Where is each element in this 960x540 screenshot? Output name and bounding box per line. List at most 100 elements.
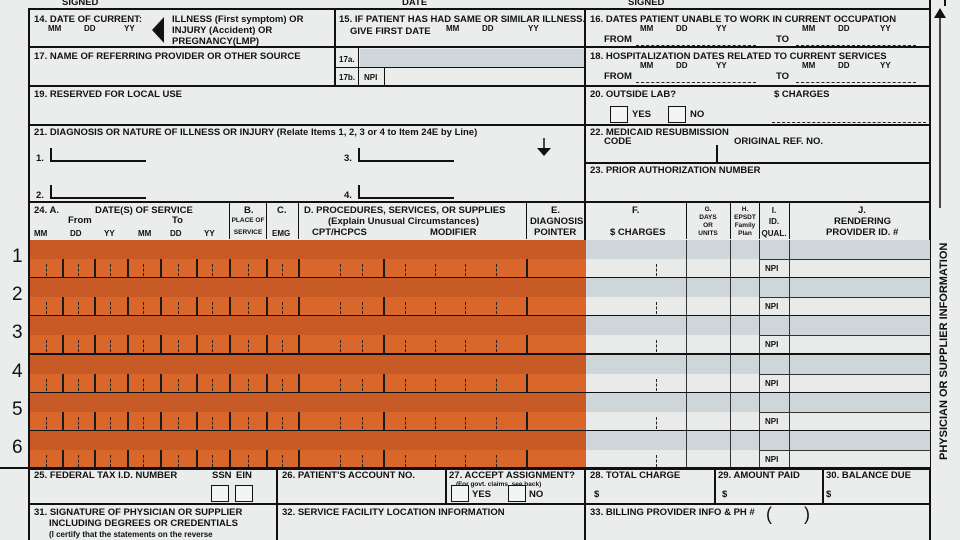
box16-label: 16. DATES PATIENT UNABLE TO WORK IN CURR… [590, 14, 897, 25]
billing-top-shade [586, 431, 930, 450]
box17b-input[interactable] [386, 69, 584, 85]
line-number: 5 [12, 399, 23, 420]
box18-from-input[interactable] [636, 70, 756, 83]
billing-top-shade [586, 240, 930, 259]
box25-input[interactable] [34, 484, 204, 502]
box33-paren-open: ( [766, 504, 772, 524]
box20-charges-input[interactable] [772, 104, 926, 123]
box24-modifier: MODIFIER [430, 227, 477, 238]
field-separator [730, 393, 731, 431]
outside-lab-yes-checkbox[interactable] [610, 106, 628, 123]
divider [266, 203, 267, 239]
divider [298, 203, 299, 239]
billing-bottom-area [586, 412, 930, 431]
divider [0, 467, 930, 469]
divider [586, 162, 930, 164]
box18-to-input[interactable] [796, 70, 916, 83]
box18-dd: DD [676, 61, 688, 70]
divider [384, 68, 385, 86]
box31-line3: (I certify that the statements on the re… [49, 530, 213, 539]
box33-paren-close: ) [804, 504, 810, 524]
box14-mm: MM [48, 24, 62, 33]
diag-2-input[interactable] [50, 185, 146, 199]
ssn-checkbox[interactable] [211, 485, 229, 502]
field-tick [656, 302, 658, 314]
field-tick [656, 264, 658, 276]
service-line-input[interactable] [30, 259, 586, 278]
divider [759, 335, 930, 336]
service-line-input[interactable] [30, 412, 586, 431]
total-charge-input[interactable] [604, 484, 710, 502]
box20-charges: $ CHARGES [774, 89, 830, 100]
ein-checkbox[interactable] [235, 485, 253, 502]
field-separator [686, 316, 687, 354]
box31-line2: INCLUDING DEGREES OR CREDENTIALS [49, 518, 238, 529]
line-number: 6 [12, 437, 23, 458]
box15-sub: GIVE FIRST DATE [350, 26, 431, 37]
service-line-input[interactable] [30, 335, 586, 354]
service-line-input[interactable] [30, 374, 586, 393]
box24-diag: DIAGNOSIS [530, 216, 584, 227]
col-mm2: MM [138, 229, 152, 238]
box27-yes: YES [472, 489, 492, 500]
box23-input[interactable] [590, 178, 926, 198]
box16-mm: MM [640, 24, 654, 33]
box18-mm: MM [640, 61, 654, 70]
field-tick [656, 455, 658, 467]
box17a-input[interactable] [360, 49, 584, 67]
box33-phone-input[interactable] [780, 508, 802, 526]
service-line-input[interactable] [30, 297, 586, 316]
box16-mm2: MM [802, 24, 816, 33]
box17b-label: 17b. [339, 73, 356, 82]
box18-dd2: DD [838, 61, 850, 70]
field-separator [686, 393, 687, 431]
line-npi-label: NPI [765, 264, 779, 273]
billing-top-shade [586, 316, 930, 335]
box18-yy2: YY [880, 61, 891, 70]
field-separator [686, 431, 687, 469]
claim-form-page: SIGNED DATE SIGNED 14. DATE OF CURRENT: … [0, 0, 960, 540]
side-label: PHYSICIAN OR SUPPLIER INFORMATION [938, 242, 950, 460]
divider [822, 467, 824, 504]
box15-label: 15. IF PATIENT HAS HAD SAME OR SIMILAR I… [339, 14, 586, 25]
supplemental-stripe [30, 240, 586, 259]
box21-label: 21. DIAGNOSIS OR NATURE OF ILLNESS OR IN… [34, 127, 478, 138]
divider [30, 503, 930, 505]
divider [336, 67, 584, 68]
box19-input[interactable] [34, 102, 580, 122]
box16-yy2: YY [880, 24, 891, 33]
divider [759, 412, 930, 413]
box24-f: F. [632, 205, 640, 216]
box20-no: NO [690, 109, 705, 120]
divider [759, 297, 930, 298]
diag-1-input[interactable] [50, 148, 146, 162]
balance-due-input[interactable] [836, 484, 926, 502]
box29-dollar: $ [722, 489, 728, 500]
box16-from-input[interactable] [636, 33, 756, 46]
outside-lab-no-checkbox[interactable] [668, 106, 686, 123]
box24-place: PLACE OF [231, 217, 265, 224]
accept-yes-checkbox[interactable] [451, 485, 469, 502]
line-number: 2 [12, 284, 23, 305]
divider [30, 8, 930, 10]
box24-e: E. [551, 205, 560, 216]
field-separator [730, 240, 731, 278]
diag-4-input[interactable] [358, 185, 454, 199]
divider [759, 374, 930, 375]
box24-epsdt: EPSDT [734, 214, 756, 221]
box14-illness: ILLNESS (First symptom) OR [172, 14, 304, 25]
diag-1-num: 1. [36, 153, 44, 164]
box26-label: 26. PATIENT'S ACCOUNT NO. [282, 470, 415, 481]
box24-c: C. [277, 205, 287, 216]
accept-no-checkbox[interactable] [508, 485, 526, 502]
box16-to-input[interactable] [796, 33, 916, 46]
box28-dollar: $ [594, 489, 600, 500]
diag-3-num: 3. [344, 153, 352, 164]
amount-paid-input[interactable] [732, 484, 818, 502]
line-npi-label: NPI [765, 455, 779, 464]
line-npi-label: NPI [765, 340, 779, 349]
box16-dd2: DD [838, 24, 850, 33]
arrow-left-icon [152, 17, 164, 43]
box26-input[interactable] [282, 484, 442, 502]
diag-3-input[interactable] [358, 148, 454, 162]
